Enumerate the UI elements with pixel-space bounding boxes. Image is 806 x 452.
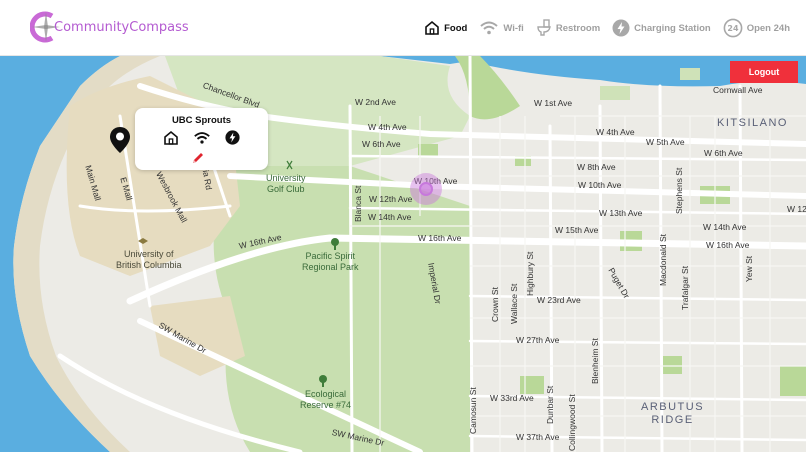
- street-label: Stephens St: [674, 167, 684, 214]
- place-ecological: Ecological Reserve #74: [300, 389, 352, 410]
- place-ubc: University of British Columbia: [116, 249, 182, 270]
- district-label: ARBUTUS RIDGE: [641, 401, 704, 427]
- street-label: Crown St: [490, 287, 500, 322]
- street-label: W 8th Ave: [577, 162, 616, 172]
- popup-amenities: [163, 130, 240, 146]
- filter-wifi-label: Wi-fi: [503, 22, 524, 34]
- street-label: W 2nd Ave: [355, 97, 396, 107]
- filter-restroom-label: Restroom: [555, 22, 601, 34]
- street-label: Trafalgar St: [680, 265, 690, 310]
- street-label: W 6th Ave: [362, 139, 401, 149]
- street-label: W 10th Ave: [578, 180, 622, 190]
- street-label: W 15th Ave: [555, 225, 599, 235]
- wifi-icon: [194, 132, 210, 144]
- filter-wifi[interactable]: Wi-fi: [479, 20, 524, 36]
- school-icon: [138, 238, 148, 244]
- street-label: Dunbar St: [545, 385, 555, 424]
- filter-open24h[interactable]: 24 Open 24h: [723, 18, 790, 38]
- street-label: Yew St: [744, 255, 754, 282]
- street-label: W 16th Ave: [418, 233, 462, 243]
- app-name: CommunityCompass: [54, 20, 189, 35]
- map-canvas[interactable]: Chancellor Blvd W 2nd Ave W 1st Ave Corn…: [0, 56, 806, 452]
- filter-charging[interactable]: Charging Station: [612, 19, 711, 37]
- golf-flag-icon: [286, 160, 293, 170]
- svg-text:24: 24: [727, 24, 739, 33]
- logout-button[interactable]: Logout: [730, 61, 798, 83]
- tree-icon: [319, 375, 327, 387]
- place-label: University Golf Club: [266, 173, 306, 195]
- wifi-icon: [480, 21, 498, 35]
- street-label: Camosun St: [468, 387, 478, 434]
- street-label: W 14th Ave: [703, 222, 747, 232]
- street-label: W 33rd Ave: [490, 393, 534, 403]
- street-label: W 1st Ave: [534, 98, 573, 108]
- place-label: Ecological Reserve #74: [300, 389, 351, 411]
- edit-button[interactable]: [191, 151, 205, 170]
- app-root: CommunityCompass Food Wi-fi Restroom Cha…: [0, 0, 806, 452]
- street-label: W 13th Ave: [599, 208, 643, 218]
- street-label: W 12: [787, 204, 806, 214]
- street-label: W 4th Ave: [368, 122, 407, 132]
- map-pin-icon[interactable]: [109, 126, 131, 159]
- filter-food-label: Food: [444, 22, 468, 34]
- filter-restroom[interactable]: Restroom: [536, 19, 600, 37]
- house-icon: [425, 20, 439, 35]
- street-label: W 4th Ave: [596, 127, 635, 137]
- street-label: W 5th Ave: [646, 137, 685, 147]
- filter-open24h-label: Open 24h: [746, 22, 790, 34]
- place-pacific-spirit: Pacific Spirit Regional Park: [302, 251, 359, 272]
- street-label: W 14th Ave: [368, 212, 412, 222]
- place-label: University of British Columbia: [116, 249, 182, 271]
- street-label: Wallace St: [509, 283, 519, 324]
- location-popup[interactable]: UBC Sprouts: [135, 108, 268, 170]
- place-label: Pacific Spirit Regional Park: [302, 251, 359, 273]
- street-label: W 16th Ave: [706, 240, 750, 250]
- street-label: Blanca St: [353, 185, 363, 222]
- lightning-icon: [612, 19, 630, 37]
- filter-charging-label: Charging Station: [634, 22, 711, 34]
- 24h-icon: 24: [723, 18, 743, 38]
- place-golf: University Golf Club: [266, 173, 306, 194]
- crosshair-icon: [419, 182, 433, 196]
- top-header: CommunityCompass Food Wi-fi Restroom Cha…: [0, 0, 806, 56]
- filter-food[interactable]: Food: [424, 20, 467, 36]
- filter-bar: Food Wi-fi Restroom Charging Station 24 …: [418, 18, 790, 38]
- street-label: W 23rd Ave: [537, 295, 581, 305]
- toilet-icon: [537, 19, 551, 36]
- street-label: W 27th Ave: [516, 335, 560, 345]
- tree-icon: [331, 238, 339, 250]
- district-label: KITSILANO: [717, 117, 788, 129]
- street-label: Cornwall Ave: [713, 85, 763, 95]
- popup-title: UBC Sprouts: [171, 115, 232, 126]
- app-logo[interactable]: CommunityCompass: [29, 9, 189, 45]
- street-label: W 6th Ave: [704, 148, 743, 158]
- street-label: W 37th Ave: [516, 432, 560, 442]
- street-label: Macdonald St: [658, 234, 668, 286]
- street-label: W 12th Ave: [369, 194, 413, 204]
- place-arbutus: ARBUTUS RIDGE: [641, 401, 705, 426]
- lightning-icon: [225, 130, 240, 145]
- street-label: Highbury St: [525, 251, 535, 296]
- current-location-marker[interactable]: [410, 173, 442, 205]
- pencil-icon: [193, 153, 203, 163]
- street-label: Collingwood St: [567, 394, 577, 451]
- house-icon: [164, 130, 178, 145]
- street-label: Blenheim St: [590, 338, 600, 384]
